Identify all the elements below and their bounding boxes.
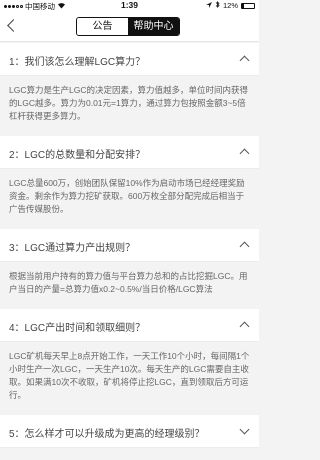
- chevron-up-icon[interactable]: [239, 241, 250, 252]
- tab-announcement[interactable]: 公告: [77, 18, 128, 35]
- faq-list: 1：我们该怎么理解LGC算力？ LGC算力是生产LGC的决定因素，算力值越多，单…: [0, 43, 259, 453]
- chevron-up-icon[interactable]: [239, 321, 250, 332]
- battery-percent: 12%: [222, 1, 238, 10]
- tab-help-center[interactable]: 帮助中心: [128, 18, 179, 35]
- faq-item: 5：怎么样才可以升级成为更高的经理级别？: [0, 415, 259, 448]
- segmented-control: 公告 帮助中心: [76, 17, 180, 36]
- faq-item: 3：LGC通过算力产出规则？ 根据当前用户持有的算力值与平台算力总和的占比挖掘L…: [0, 229, 259, 304]
- faq-answer: 根据当前用户持有的算力值与平台算力总和的占比挖掘LGC。用户当日的产量=总算力值…: [0, 262, 259, 304]
- battery-icon: [241, 2, 255, 9]
- status-bar: 中国移动 1:39 12%: [0, 0, 259, 12]
- faq-answer: LGC算力是生产LGC的决定因素，算力值越多，单位时间内获得的LGC越多。算力为…: [0, 76, 259, 131]
- faq-item: 1：我们该怎么理解LGC算力？ LGC算力是生产LGC的决定因素，算力值越多，单…: [0, 43, 259, 131]
- faq-question-row[interactable]: 4：LGC产出时间和领取细则？: [0, 309, 259, 342]
- faq-item: 2：LGC的总数量和分配安排？ LGC总量600万，创始团队保留10%作为启动市…: [0, 136, 259, 224]
- back-arrow-icon[interactable]: [7, 19, 20, 32]
- faq-question: 2：LGC的总数量和分配安排？: [9, 150, 146, 161]
- chevron-up-icon[interactable]: [239, 55, 250, 66]
- chevron-down-icon[interactable]: [239, 424, 250, 435]
- faq-answer: LGC总量600万，创始团队保留10%作为启动市场已经经理奖励资金。剩余作为算力…: [0, 169, 259, 224]
- faq-question-row[interactable]: 5：怎么样才可以升级成为更高的经理级别？: [0, 415, 259, 448]
- faq-question: 1：我们该怎么理解LGC算力？: [9, 57, 146, 68]
- faq-question-row[interactable]: 3：LGC通过算力产出规则？: [0, 229, 259, 262]
- bluetooth-icon: [215, 1, 220, 10]
- faq-question-row[interactable]: 1：我们该怎么理解LGC算力？: [0, 43, 259, 76]
- faq-question: 5：怎么样才可以升级成为更高的经理级别？: [9, 429, 205, 440]
- faq-item: 4：LGC产出时间和领取细则？ LGC矿机每天早上8点开始工作，一天工作10个小…: [0, 309, 259, 410]
- chevron-up-icon[interactable]: [239, 148, 250, 159]
- location-icon: [205, 1, 212, 10]
- faq-question: 4：LGC产出时间和领取细则？: [9, 323, 146, 334]
- nav-bar: 公告 帮助中心: [0, 12, 259, 42]
- faq-answer: LGC矿机每天早上8点开始工作，一天工作10个小时，每间隔1个小时生产一次LGC…: [0, 342, 259, 410]
- faq-question: 3：LGC通过算力产出规则？: [9, 243, 136, 254]
- faq-question-row[interactable]: 2：LGC的总数量和分配安排？: [0, 136, 259, 169]
- status-right: 12%: [205, 1, 255, 10]
